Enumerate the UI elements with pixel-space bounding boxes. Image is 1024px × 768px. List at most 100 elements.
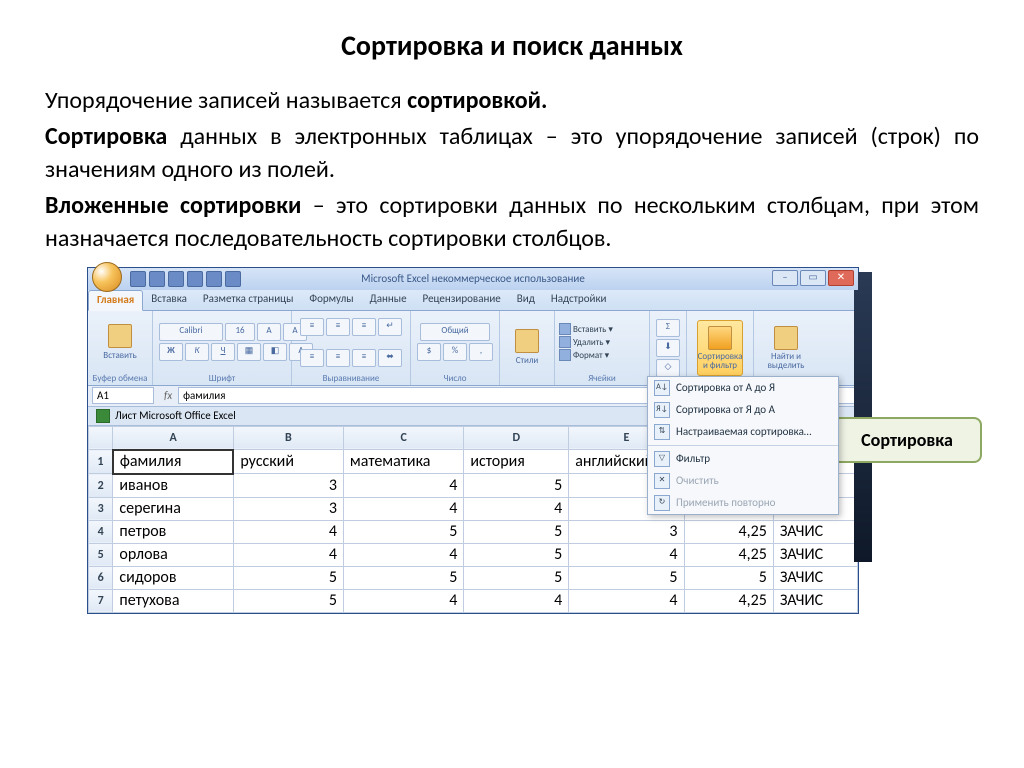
paste-button[interactable]: Вставить	[97, 314, 143, 370]
row-header[interactable]: 6	[89, 566, 113, 589]
cell[interactable]: 3	[233, 474, 343, 498]
minimize-button[interactable]: –	[772, 270, 798, 286]
cell[interactable]: сидоров	[113, 566, 233, 589]
cell[interactable]: 5	[464, 543, 569, 566]
cell[interactable]: 5	[569, 566, 684, 589]
cell[interactable]: 4	[233, 520, 343, 543]
cell[interactable]: ЗАЧИС	[773, 520, 857, 543]
qat-icon[interactable]	[130, 271, 146, 287]
italic-button[interactable]: К	[185, 343, 209, 361]
cell[interactable]: орлова	[113, 543, 233, 566]
autosum-button[interactable]: Σ	[656, 319, 680, 337]
font-name[interactable]: Calibri	[159, 323, 223, 341]
cell[interactable]: 5	[233, 566, 343, 589]
close-button[interactable]: ✕	[828, 270, 854, 286]
qat-icon[interactable]	[225, 271, 241, 287]
merge-button[interactable]: ⬌	[378, 349, 402, 367]
styles-button[interactable]: Стили	[504, 320, 550, 376]
row-header[interactable]: 3	[89, 497, 113, 520]
row-header[interactable]: 1	[89, 450, 113, 474]
quick-access-toolbar[interactable]	[130, 271, 241, 287]
cell[interactable]: ЗАЧИС	[773, 543, 857, 566]
border-button[interactable]: ▦	[237, 343, 261, 361]
qat-icon[interactable]	[187, 271, 203, 287]
tab-insert[interactable]: Вставка	[143, 290, 195, 310]
dropdown-item[interactable]: А↓Сортировка от А до Я	[648, 377, 838, 399]
cell[interactable]: 4,25	[684, 520, 773, 543]
row-header[interactable]: 2	[89, 474, 113, 498]
cell[interactable]: 4	[343, 543, 463, 566]
tab-review[interactable]: Рецензирование	[415, 290, 509, 310]
fill-button[interactable]: ⬇	[656, 339, 680, 357]
align-button[interactable]: ≡	[352, 318, 376, 336]
comma-button[interactable]: ,	[469, 343, 493, 361]
insert-cells-button[interactable]: Вставить ▾	[559, 323, 613, 335]
align-button[interactable]: ≡	[326, 318, 350, 336]
name-box[interactable]: A1	[92, 387, 154, 404]
cell[interactable]: 4	[343, 589, 463, 612]
cell[interactable]: 4	[569, 589, 684, 612]
cell[interactable]: 5	[233, 589, 343, 612]
cell[interactable]: 4	[343, 474, 463, 498]
column-header[interactable]: B	[233, 426, 343, 450]
qat-icon[interactable]	[168, 271, 184, 287]
column-header[interactable]: A	[113, 426, 233, 450]
corner-cell[interactable]	[89, 426, 113, 450]
number-format[interactable]: Общий	[420, 323, 490, 341]
tab-pagelayout[interactable]: Разметка страницы	[195, 290, 302, 310]
cell[interactable]: ЗАЧИС	[773, 566, 857, 589]
cell[interactable]: 4	[233, 543, 343, 566]
cell[interactable]: петров	[113, 520, 233, 543]
cell[interactable]: иванов	[113, 474, 233, 498]
wrap-button[interactable]: ↵	[378, 318, 402, 336]
tab-view[interactable]: Вид	[509, 290, 543, 310]
fill-color-button[interactable]: ◧	[263, 343, 287, 361]
qat-icon[interactable]	[206, 271, 222, 287]
cell[interactable]: ЗАЧИС	[773, 589, 857, 612]
fx-icon[interactable]: fx	[164, 389, 172, 402]
cell[interactable]: 5	[464, 474, 569, 498]
cell[interactable]: 5	[464, 520, 569, 543]
align-button[interactable]: ≡	[352, 349, 376, 367]
percent-button[interactable]: %	[443, 343, 467, 361]
column-header[interactable]: C	[343, 426, 463, 450]
align-button[interactable]: ≡	[326, 349, 350, 367]
grow-font-icon[interactable]: A	[257, 323, 281, 341]
bold-button[interactable]: Ж	[159, 343, 183, 361]
maximize-button[interactable]: ▭	[800, 270, 826, 286]
delete-cells-button[interactable]: Удалить ▾	[559, 336, 610, 348]
tab-formulas[interactable]: Формулы	[301, 290, 361, 310]
cell[interactable]: 5	[684, 566, 773, 589]
sort-filter-button[interactable]: Сортировка и фильтр	[697, 320, 743, 376]
clear-button[interactable]: ◇	[656, 359, 680, 377]
cell[interactable]: 5	[464, 566, 569, 589]
cell[interactable]: 5	[343, 520, 463, 543]
qat-icon[interactable]	[149, 271, 165, 287]
dropdown-item[interactable]: ⇅Настраиваемая сортировка…	[648, 421, 838, 443]
font-size[interactable]: 16	[225, 323, 255, 341]
currency-button[interactable]: $	[417, 343, 441, 361]
align-button[interactable]: ≡	[300, 349, 324, 367]
row-header[interactable]: 5	[89, 543, 113, 566]
cell[interactable]: 4	[343, 497, 463, 520]
cell[interactable]: 4	[464, 497, 569, 520]
cell[interactable]: серегина	[113, 497, 233, 520]
format-cells-button[interactable]: Формат ▾	[559, 349, 609, 361]
tab-home[interactable]: Главная	[88, 290, 143, 311]
column-header[interactable]: D	[464, 426, 569, 450]
row-header[interactable]: 7	[89, 589, 113, 612]
cell[interactable]: математика	[343, 450, 463, 474]
cell[interactable]: фамилия	[113, 450, 233, 474]
align-button[interactable]: ≡	[300, 318, 324, 336]
cell[interactable]: 4	[569, 543, 684, 566]
cell[interactable]: 5	[343, 566, 463, 589]
dropdown-item[interactable]: ▽Фильтр	[648, 448, 838, 470]
row-header[interactable]: 4	[89, 520, 113, 543]
cell[interactable]: русский	[233, 450, 343, 474]
find-button[interactable]: Найти и выделить	[763, 320, 809, 376]
tab-data[interactable]: Данные	[362, 290, 415, 310]
cell[interactable]: история	[464, 450, 569, 474]
cell[interactable]: 4,25	[684, 589, 773, 612]
cell[interactable]: 3	[569, 520, 684, 543]
office-button[interactable]	[92, 262, 122, 292]
